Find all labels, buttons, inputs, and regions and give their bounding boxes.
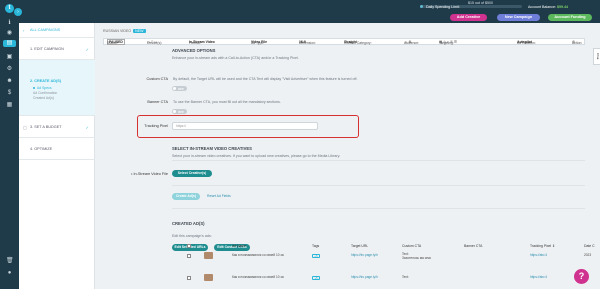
icon-rail: t ℹ ◉ ▤ ▣ ⚙ ☻ $ ▦ 🗑 ● bbox=[0, 0, 19, 289]
col-ad-name[interactable]: Ad Name bbox=[232, 244, 246, 248]
substep-ad-confirmation[interactable]: Ad Confirmation bbox=[33, 91, 57, 95]
dashboard-icon[interactable]: ◉ bbox=[6, 30, 13, 37]
tag-badge[interactable]: +5 bbox=[312, 276, 320, 280]
logo-icon[interactable]: t bbox=[5, 4, 14, 13]
chat-tab[interactable]: Chat bbox=[593, 48, 600, 65]
custom-cta-desc: By default, the Target URL will be used … bbox=[173, 77, 358, 81]
table-header: Ad Name Tags Target URL Custom CTA Banne… bbox=[174, 242, 600, 250]
info-icon[interactable]: ℹ bbox=[6, 20, 13, 27]
balance-value: $99.44 bbox=[556, 5, 568, 9]
step-1-label: 1. EDIT CAMPAIGN bbox=[30, 47, 64, 51]
ad-thumbnail bbox=[204, 252, 213, 259]
tracking-pixel-label: Tracking Pixel bbox=[144, 124, 168, 128]
all-campaigns-link[interactable]: ‹ ALL CAMPAIGNS bbox=[19, 23, 95, 38]
table-row[interactable]: Как я познакомился со своей 10 за +5 htt… bbox=[174, 274, 600, 283]
targeting-info: Targeting: ▦ ◎ ◐ ✆ ☰ bbox=[439, 40, 457, 45]
created-ads-desc: Edit this campaign's ads: bbox=[172, 234, 212, 238]
creatives-icon[interactable]: ▣ bbox=[6, 54, 13, 61]
spending-limit-fill bbox=[420, 5, 424, 8]
check-icon: ✓ bbox=[85, 125, 89, 130]
reports-icon[interactable]: ▦ bbox=[6, 102, 13, 109]
account-funding-button[interactable]: Account Funding bbox=[548, 14, 592, 21]
banner-cta-label: Banner CTA bbox=[147, 100, 168, 104]
custom-cta-text: Захотелось ма секс bbox=[402, 256, 432, 260]
step-edit-campaign[interactable]: 1. EDIT CAMPAIGN ✓ bbox=[19, 38, 95, 60]
col-banner-cta[interactable]: Banner CTA bbox=[464, 244, 482, 248]
new-campaign-button[interactable]: New Campaign bbox=[497, 14, 540, 21]
col-target-url[interactable]: Target URL bbox=[351, 244, 368, 248]
col-date[interactable]: Date C bbox=[584, 244, 595, 248]
banner-cta-desc: To use the Banner CTA, you must fill out… bbox=[173, 100, 281, 104]
ad-name: Как я познакомился со своей 10 за bbox=[232, 253, 284, 257]
top-bar: $15 out of $500 Daily Spending Limit: Ac… bbox=[0, 0, 600, 23]
advanced-options-desc: Enhance your in-stream ads with a Call-t… bbox=[172, 56, 299, 60]
select-creatives-desc: Select your in-stream video creatives. I… bbox=[172, 154, 341, 158]
new-badge: NEW bbox=[133, 29, 146, 33]
campaign-info-bar: Status: PAUSED Device(s): ▭ ▯ ▭ Format: … bbox=[103, 38, 585, 45]
custom-cta-label: Custom CTA bbox=[146, 77, 168, 81]
users-icon[interactable]: ☻ bbox=[6, 78, 13, 85]
advanced-options-title: ADVANCED OPTIONS bbox=[172, 48, 216, 53]
substep-ad-specs[interactable]: Ad Specs bbox=[33, 86, 52, 90]
select-all-checkbox[interactable] bbox=[187, 244, 191, 248]
step-optimize[interactable]: 4. OPTIMIZE bbox=[19, 138, 95, 160]
reset-ad-fields-link[interactable]: Reset Ad Fields bbox=[207, 194, 231, 198]
row-checkbox[interactable] bbox=[187, 276, 191, 280]
campaign-name: RUSSIAN VIDEO NEW bbox=[103, 29, 146, 33]
steps-sidebar: ‹ ALL CAMPAIGNS 1. EDIT CAMPAIGN ✓ 2. CR… bbox=[19, 23, 95, 289]
account-balance: Account Balance: $99.44 bbox=[528, 5, 568, 9]
col-tags[interactable]: Tags bbox=[312, 244, 319, 248]
help-button[interactable]: ? bbox=[574, 269, 589, 284]
step-create-ads[interactable]: 2. CREATE AD(S) Ad Specs Ad Confirmation… bbox=[19, 60, 95, 116]
step-3-label: 3. SET A BUDGET bbox=[30, 125, 62, 129]
create-ads-button[interactable]: Create Ad(s) bbox=[172, 193, 200, 200]
tracking-pixel[interactable]: https://abc.li bbox=[530, 275, 547, 279]
table-row[interactable]: Как я познакомился со своей 10 за +5 htt… bbox=[174, 252, 600, 261]
daily-limit-label: Daily Spending Limit: bbox=[426, 5, 460, 9]
billing-icon[interactable]: $ bbox=[6, 90, 13, 97]
col-custom-cta[interactable]: Custom CTA bbox=[402, 244, 421, 248]
video-file-label: • In-Stream Video File bbox=[131, 172, 168, 176]
tag-badge[interactable]: +5 bbox=[312, 254, 320, 258]
divider bbox=[172, 160, 585, 161]
custom-cta: Text: bbox=[402, 275, 409, 279]
created-ads-title: CREATED AD(S) bbox=[172, 221, 205, 226]
ad-thumbnail bbox=[204, 274, 213, 281]
add-creative-button[interactable]: Add Creative bbox=[450, 14, 487, 21]
ad-name: Как я познакомился со своей 10 за bbox=[232, 275, 284, 279]
divider bbox=[172, 208, 585, 209]
date-created: 2023 bbox=[584, 253, 592, 257]
step-2-label: 2. CREATE AD(S) bbox=[30, 79, 62, 83]
collapse-toggle-icon[interactable]: › bbox=[14, 8, 22, 16]
step-set-budget[interactable]: ▢ 3. SET A BUDGET ✓ bbox=[19, 116, 95, 138]
devices-info: Device(s): ▭ ▯ ▭ bbox=[147, 40, 163, 45]
check-icon: ✓ bbox=[85, 47, 89, 52]
col-tracking-pixel[interactable]: Tracking Pixel ⇕ bbox=[530, 244, 555, 248]
campaigns-icon[interactable]: ▤ bbox=[3, 40, 16, 47]
budget-icon: ▢ bbox=[23, 125, 27, 130]
target-url[interactable]: https://trc.page.ly/h bbox=[351, 275, 378, 279]
select-creatives-button[interactable]: Select Creative(s) bbox=[172, 170, 212, 177]
action-menu[interactable]: Action: ⚙ bbox=[572, 40, 582, 45]
tracking-pixel-input[interactable]: https:// bbox=[172, 122, 318, 130]
audience-info: Audience: ☺ ⚙ bbox=[404, 40, 420, 45]
step-4-label: 4. OPTIMIZE bbox=[30, 147, 53, 151]
settings-icon[interactable]: ⚙ bbox=[6, 66, 13, 73]
row-checkbox[interactable] bbox=[187, 254, 191, 258]
divider bbox=[172, 185, 585, 186]
chevron-left-icon: ‹ bbox=[23, 28, 25, 33]
substep-created-ads[interactable]: Created Ad(s) bbox=[33, 96, 54, 100]
profile-icon[interactable]: ● bbox=[6, 270, 13, 277]
custom-cta-toggle[interactable]: OFF bbox=[172, 86, 187, 91]
banner-cta-toggle[interactable]: OFF bbox=[172, 109, 187, 114]
tracking-pixel[interactable]: https://abc.li bbox=[530, 253, 547, 257]
select-creatives-title: SELECT IN-STREAM VIDEO CREATIVES bbox=[172, 146, 252, 151]
balance-label: Account Balance: bbox=[528, 5, 556, 9]
target-url[interactable]: https://trc.page.ly/h bbox=[351, 253, 378, 257]
trash-icon[interactable]: 🗑 bbox=[6, 258, 14, 265]
all-campaigns-label: ALL CAMPAIGNS bbox=[30, 28, 61, 32]
